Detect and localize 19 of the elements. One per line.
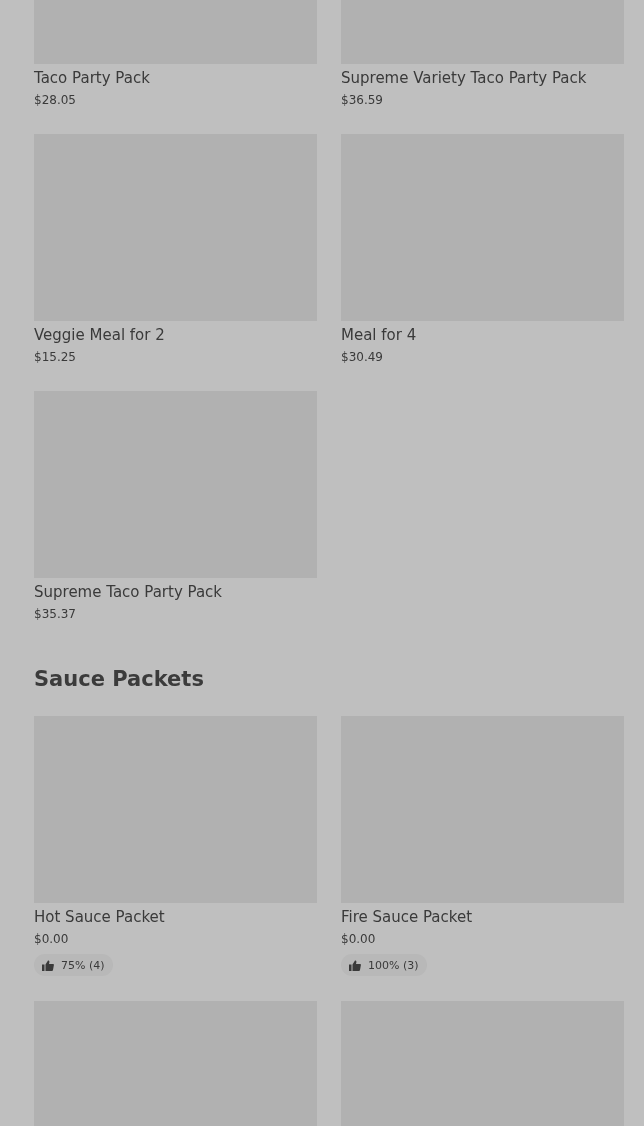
item-name[interactable]: Fire Sauce Packet [341,906,624,928]
item-price: $28.05 [34,92,77,109]
item-price: $35.37 [34,606,77,623]
item-name[interactable]: Veggie Meal for 2 [34,324,317,346]
thumbs-up-icon [349,959,361,971]
section-heading: Sauce Packets [34,666,205,693]
thumbs-up-icon [42,959,54,971]
item-name[interactable]: Hot Sauce Packet [34,906,317,928]
item-name[interactable]: Meal for 4 [341,324,624,346]
item-price: $0.00 [34,931,70,948]
item-name[interactable]: Supreme Taco Party Pack [34,581,317,603]
item-price: $30.49 [341,349,384,366]
rating-text: 75% (4) [61,958,105,972]
rating-text: 100% (3) [368,958,419,972]
item-name[interactable]: Supreme Variety Taco Party Pack [341,67,624,89]
item-price: $15.25 [34,349,77,366]
item-price: $0.00 [341,931,377,948]
item-name[interactable]: Taco Party Pack [34,67,317,89]
item-price: $36.59 [341,92,384,109]
